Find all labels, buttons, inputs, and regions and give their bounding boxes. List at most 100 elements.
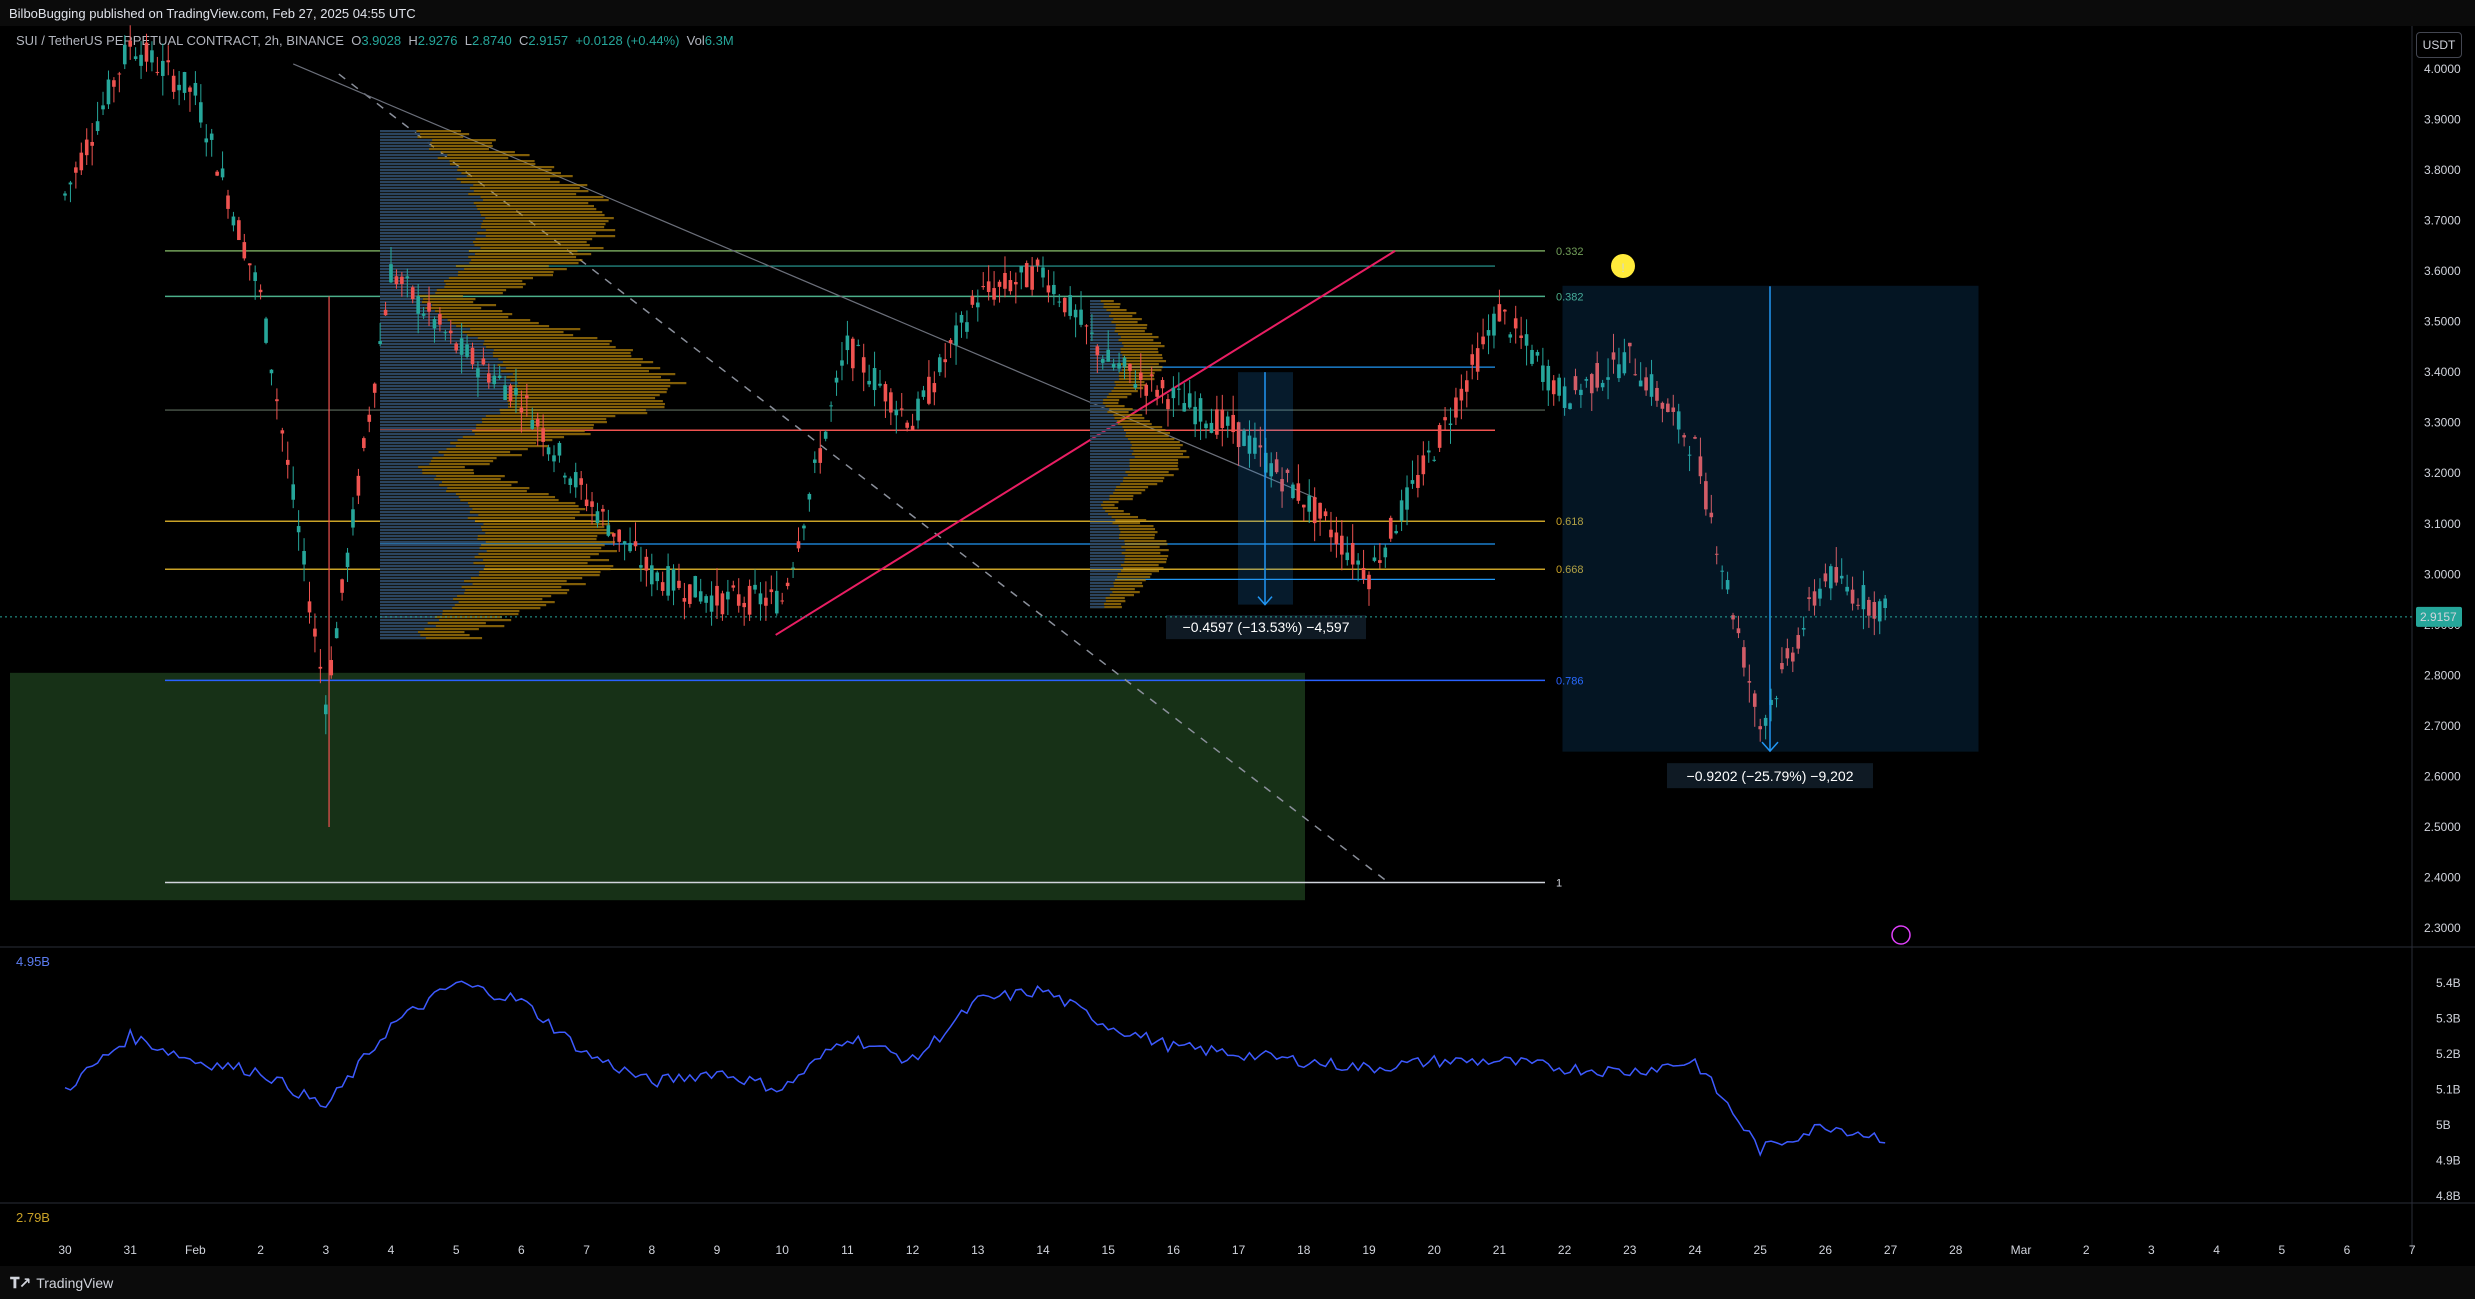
profile-bar-blue: [1090, 447, 1131, 449]
profile-bar-blue: [380, 463, 429, 465]
price-tick-label: 3.7000: [2424, 214, 2461, 228]
candle-body: [492, 376, 496, 384]
candle-body: [617, 530, 621, 542]
profile-bar-blue: [380, 418, 482, 420]
candle-body: [1155, 390, 1159, 397]
volume-profile-right[interactable]: [1090, 300, 1189, 608]
profile-bar-blue: [380, 262, 469, 264]
profile-bar-blue: [380, 259, 471, 261]
candle-body: [813, 459, 817, 462]
candle-body: [992, 288, 996, 300]
candle-body: [710, 596, 714, 612]
profile-bar-blue: [1090, 459, 1130, 461]
profile-bar-blue: [1090, 429, 1124, 431]
fib-level-label: 1: [1556, 878, 1562, 890]
candle-body: [1210, 423, 1214, 433]
volume-tick-label: 4.9B: [2436, 1154, 2461, 1168]
candle-body: [302, 551, 306, 564]
price-tick-label: 2.4000: [2424, 870, 2461, 884]
candle-body: [346, 553, 350, 567]
profile-bar-blue: [380, 466, 418, 468]
candle-body: [297, 526, 301, 532]
candle-body: [416, 296, 420, 314]
profile-bar-blue: [380, 181, 461, 183]
profile-bar-blue: [380, 208, 477, 210]
profile-bar-blue: [1090, 336, 1121, 338]
candle-body: [237, 220, 241, 240]
profile-bar-blue: [1090, 594, 1110, 596]
profile-bar-blue: [380, 346, 486, 348]
profile-bar-blue: [1090, 396, 1107, 398]
candle-body: [536, 419, 540, 427]
candle-body: [1443, 417, 1447, 420]
candle-body: [726, 592, 730, 600]
profile-bar-blue: [380, 169, 457, 171]
profile-bar-blue: [1090, 474, 1128, 476]
flash-icon[interactable]: [1892, 926, 1910, 944]
price-tick-label: 3.5000: [2424, 315, 2461, 329]
profile-bar-blue: [380, 553, 478, 555]
candle-body: [1394, 531, 1398, 533]
candle-body: [1117, 363, 1121, 368]
candle-body: [1541, 365, 1545, 381]
profile-bar-blue: [380, 601, 459, 603]
profile-bar-blue: [1090, 408, 1109, 410]
candle-body: [232, 217, 236, 226]
profile-bar-blue: [380, 166, 458, 168]
profile-bar-blue: [380, 580, 464, 582]
profile-bar-blue: [380, 511, 470, 513]
volume-profile-left[interactable]: [380, 130, 686, 639]
profile-bar-blue: [1090, 321, 1111, 323]
profile-bar-blue: [380, 448, 447, 450]
profile-bar-blue: [380, 634, 420, 636]
profile-bar-blue: [380, 514, 478, 516]
profile-bar-blue: [380, 529, 482, 531]
price-tick-label: 2.6000: [2424, 769, 2461, 783]
candle-body: [1519, 335, 1523, 337]
candle-body: [1047, 285, 1051, 292]
profile-bar-blue: [1090, 531, 1120, 533]
volume-line[interactable]: [65, 981, 1885, 1155]
time-tick-label: 9: [714, 1243, 721, 1257]
candle-body: [840, 360, 844, 365]
fib-level-label: 0.332: [1556, 246, 1584, 258]
profile-bar-blue: [380, 145, 431, 147]
candle-body: [166, 60, 170, 62]
candle-body: [188, 87, 192, 91]
candle-body: [1552, 380, 1556, 394]
profile-bar-blue: [380, 595, 457, 597]
candle-body: [1427, 450, 1431, 452]
candle-body: [900, 408, 904, 409]
candle-body: [818, 448, 822, 463]
profile-bar-blue: [380, 256, 468, 258]
profile-bar-blue: [1090, 600, 1106, 602]
profile-bar-blue: [380, 493, 456, 495]
brand[interactable]: 𝐓↗ TradingView: [10, 1274, 113, 1292]
candle-body: [1432, 460, 1436, 461]
candle-body: [645, 557, 649, 571]
profile-bar-blue: [380, 373, 513, 375]
time-tick-label: 31: [124, 1243, 138, 1257]
profile-bar-blue: [380, 454, 444, 456]
chart-svg[interactable]: 4.0000 3.9000 3.8000 3.7000 3.6000 3.5000 3.40…: [0, 0, 2475, 1299]
profile-bar-blue: [380, 148, 429, 150]
demand-zone[interactable]: [10, 673, 1305, 900]
profile-bar-blue: [380, 550, 487, 552]
profile-bar-blue: [1090, 489, 1115, 491]
time-tick-label: 2: [257, 1243, 264, 1257]
profile-bar-blue: [1090, 561, 1124, 563]
candle-body: [253, 272, 257, 281]
profile-bar-blue: [380, 223, 481, 225]
candle-body: [1106, 350, 1110, 362]
candle-body: [1090, 333, 1094, 334]
time-tick-label: 7: [583, 1243, 590, 1257]
profile-bar-blue: [380, 568, 484, 570]
candle-body: [1063, 298, 1067, 312]
candle-body: [851, 339, 855, 369]
candle-body: [704, 596, 708, 603]
candle-body: [1193, 407, 1197, 424]
candle-body: [596, 511, 600, 523]
candle-body: [1030, 266, 1034, 289]
profile-bar-blue: [380, 505, 469, 507]
profile-bar-blue: [380, 457, 432, 459]
